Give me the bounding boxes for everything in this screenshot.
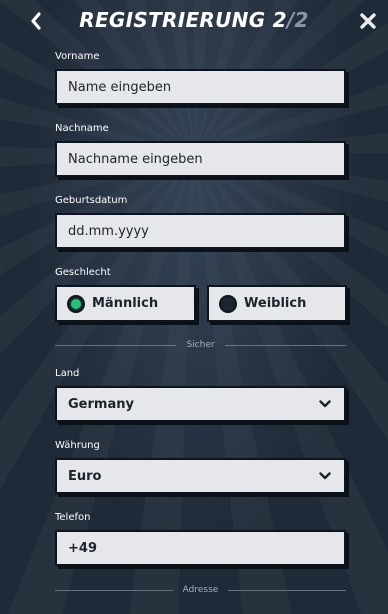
chevron-down-icon bbox=[318, 397, 332, 411]
last-name-field[interactable]: Nachname eingeben bbox=[55, 141, 346, 177]
title-step-total: /2 bbox=[286, 8, 309, 32]
section-divider-address: Adresse bbox=[55, 583, 347, 597]
gender-option-male-label: Männlich bbox=[92, 296, 159, 311]
gender-option-female[interactable]: Weiblich bbox=[207, 285, 347, 322]
currency-label: Währung bbox=[55, 440, 100, 451]
section-label-secure: Sicher bbox=[186, 340, 215, 350]
first-name-label: Vorname bbox=[55, 51, 100, 62]
header: REGISTRIERUNG 2/2 bbox=[0, 0, 388, 42]
close-button[interactable] bbox=[356, 8, 380, 34]
radio-unselected-icon bbox=[219, 294, 237, 313]
title-main: REGISTRIERUNG 2 bbox=[79, 8, 287, 32]
close-icon bbox=[360, 13, 376, 29]
chevron-down-icon bbox=[318, 469, 332, 483]
divider-line bbox=[224, 344, 347, 346]
country-value: Germany bbox=[68, 396, 134, 412]
divider-line bbox=[228, 589, 347, 591]
radio-selected-icon bbox=[67, 294, 85, 313]
birthdate-field[interactable]: dd.mm.yyyy bbox=[55, 213, 346, 249]
currency-select[interactable]: Euro bbox=[55, 458, 346, 494]
phone-field[interactable]: +49 bbox=[55, 530, 346, 566]
gender-option-male[interactable]: Männlich bbox=[55, 285, 196, 322]
divider-line bbox=[55, 344, 177, 346]
country-label: Land bbox=[55, 368, 80, 379]
country-select[interactable]: Germany bbox=[55, 386, 346, 422]
last-name-label: Nachname bbox=[55, 123, 109, 134]
first-name-placeholder: Name eingeben bbox=[68, 79, 172, 95]
birthdate-placeholder: dd.mm.yyyy bbox=[68, 223, 149, 239]
currency-value: Euro bbox=[68, 468, 102, 484]
last-name-placeholder: Nachname eingeben bbox=[68, 151, 203, 167]
gender-label: Geschlecht bbox=[55, 267, 111, 278]
page-title: REGISTRIERUNG 2/2 bbox=[0, 8, 388, 32]
gender-option-female-label: Weiblich bbox=[244, 296, 307, 311]
section-label-address: Adresse bbox=[182, 585, 219, 595]
divider-line bbox=[55, 589, 173, 591]
first-name-field[interactable]: Name eingeben bbox=[55, 69, 346, 105]
phone-label: Telefon bbox=[55, 512, 91, 523]
phone-value: +49 bbox=[68, 540, 97, 556]
section-divider-secure: Sicher bbox=[55, 338, 347, 352]
birthdate-label: Geburtsdatum bbox=[55, 195, 128, 206]
